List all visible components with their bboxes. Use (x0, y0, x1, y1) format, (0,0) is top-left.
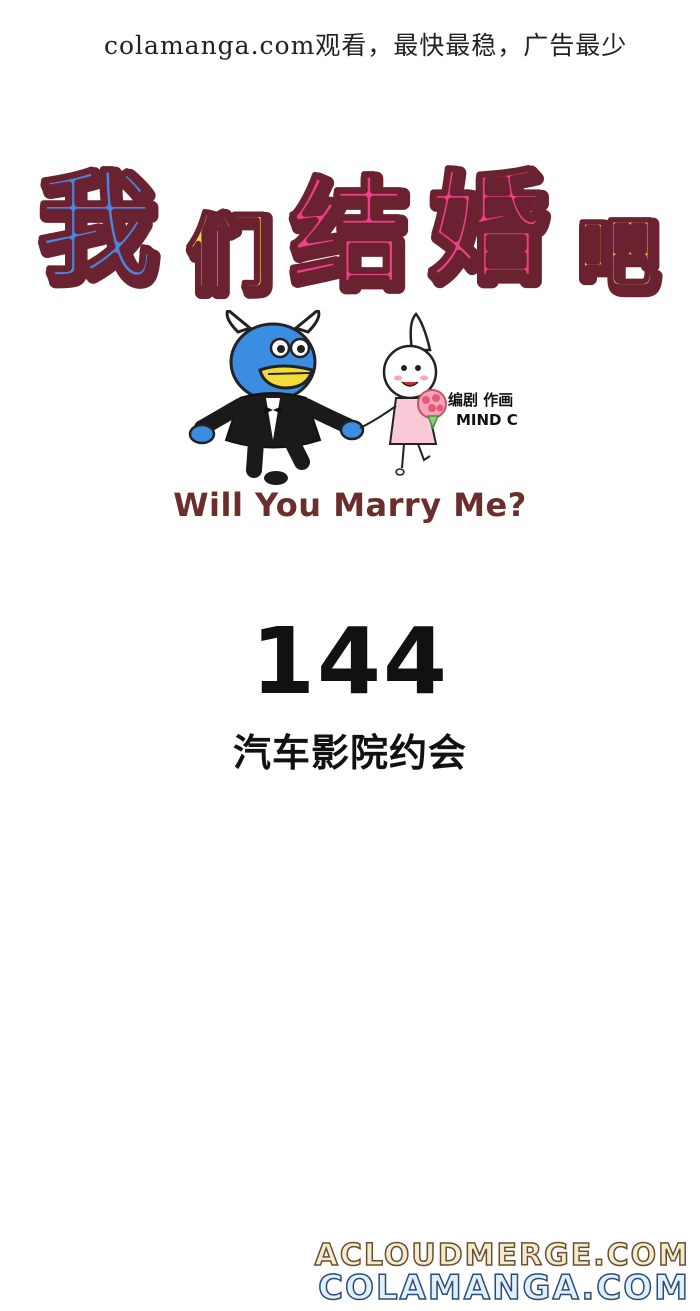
blue-monster-groom-figure (188, 307, 365, 485)
credits-role-label: 编剧 作画 (448, 391, 514, 409)
series-title-logo: 我我们们结结婚婚吧吧 (28, 150, 678, 311)
title-char: 婚 (427, 158, 545, 296)
title-char: 们 (186, 204, 270, 302)
title-char: 结 (289, 164, 407, 302)
english-subtitle: Will You Marry Me? (173, 486, 527, 524)
manga-cover-page: colamanga.com观看，最快最稳，广告最少 我我们们结结婚婚吧吧 编剧 … (0, 0, 700, 1311)
title-char: 我 (37, 158, 155, 296)
title-logo-svg: 我我 们们 结结 婚婚 吧吧 (35, 157, 664, 311)
title-char: 吧 (576, 208, 656, 301)
bottom-watermark-colamanga: COLAMANGA.COM (317, 1267, 690, 1309)
credits-author-name: MIND C (456, 411, 518, 429)
white-bride-figure (359, 312, 447, 476)
chapter-title: 汽车影院约会 (232, 731, 467, 775)
author-credits: 编剧 作画 MIND C (448, 390, 518, 430)
top-watermark-text: colamanga.com观看，最快最稳，广告最少 (104, 31, 628, 60)
chapter-number: 144 (250, 608, 450, 715)
